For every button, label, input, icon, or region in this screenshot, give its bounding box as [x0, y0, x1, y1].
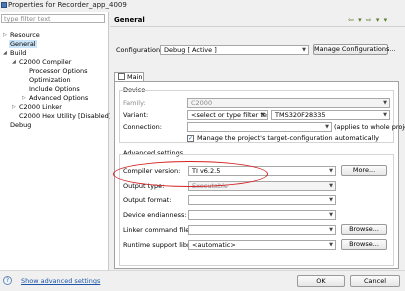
output-format-select[interactable]: ▼ [188, 195, 336, 205]
tree-item-resource[interactable]: Resource [10, 31, 40, 39]
tree-item-c2000-hex-utility[interactable]: C2000 Hex Utility [Disabled] [19, 112, 111, 120]
tree-item-advanced-options[interactable]: Advanced Options [29, 94, 88, 102]
tree-item-debug[interactable]: Debug [10, 121, 31, 129]
chevron-down-icon: ▼ [302, 47, 306, 53]
chevron-down-icon: ▼ [383, 100, 387, 106]
variant-filter-text: <select or type filter text> [191, 111, 267, 119]
manage-target-checkbox[interactable]: ✓ [187, 135, 194, 142]
family-select[interactable]: C2000 ▼ [187, 98, 390, 108]
tree-item-include-options[interactable]: Include Options [29, 85, 80, 93]
chevron-down-icon: ▼ [329, 227, 333, 233]
more-button[interactable]: More... [341, 165, 387, 176]
configuration-label: Configuration: [116, 46, 163, 54]
chevron-down-icon: ▼ [329, 242, 333, 248]
variant-value: TMS320F28335 [275, 111, 326, 119]
general-page: General ⇦ ▾ ⇨ ▾ ▾ Configuration: Debug [… [110, 12, 405, 270]
browse-runtime-button[interactable]: Browse... [341, 239, 387, 250]
highlight-ellipse [113, 161, 268, 187]
output-format-label: Output format: [123, 196, 172, 204]
expand-arrow-icon[interactable]: ▷ [22, 95, 26, 101]
manage-target-label: Manage the project's target-configuratio… [197, 134, 380, 142]
variant-select[interactable]: TMS320F28335 ▼ [271, 110, 390, 120]
configuration-value: Debug [ Active ] [164, 46, 217, 54]
chevron-down-icon: ▼ [329, 212, 333, 218]
window-title: Properties for Recorder_app_4009 [8, 1, 127, 9]
page-title: General [114, 16, 145, 24]
tree-item-c2000-compiler[interactable]: C2000 Compiler [19, 58, 71, 66]
device-endianness-select[interactable]: ▼ [188, 210, 336, 220]
expand-arrow-icon[interactable]: ▷ [3, 32, 7, 38]
configuration-select[interactable]: Debug [ Active ] ▼ [160, 45, 309, 55]
tree-item-general[interactable]: General [9, 40, 37, 48]
filter-input[interactable]: type filter text [1, 14, 105, 23]
collapse-arrow-icon[interactable]: ◢ [3, 50, 7, 56]
chevron-down-icon: ▼ [261, 112, 265, 118]
tree-item-c2000-linker[interactable]: C2000 Linker [19, 103, 62, 111]
tab-main-label: Main [127, 73, 143, 81]
show-advanced-settings-link[interactable]: Show advanced settings [21, 277, 100, 285]
variant-filter-input[interactable]: <select or type filter text> ▼ [187, 110, 268, 120]
family-label: Family: [123, 99, 146, 107]
connection-note: (applies to whole project) [334, 123, 405, 131]
ok-button[interactable]: OK [297, 275, 345, 287]
device-endianness-label: Device endianness: [123, 211, 187, 219]
dialog-footer: ? Show advanced settings OK Cancel [0, 270, 405, 291]
runtime-support-library-value: <automatic> [192, 241, 236, 249]
app-icon [1, 2, 7, 8]
connection-select[interactable]: ▼ [187, 122, 332, 132]
tree-item-build[interactable]: Build [10, 49, 26, 57]
connection-label: Connection: [123, 123, 162, 131]
title-bar: Properties for Recorder_app_4009 [0, 0, 405, 11]
navigation-arrows-icon[interactable]: ⇦ ▾ ⇨ ▾ ▾ [348, 16, 388, 24]
linker-command-file-select[interactable]: ▼ [188, 225, 336, 235]
browse-linker-button[interactable]: Browse... [341, 224, 387, 235]
chevron-down-icon: ▼ [325, 124, 329, 130]
linker-command-file-label: Linker command file: [123, 226, 192, 234]
chevron-down-icon: ▼ [329, 183, 333, 189]
collapse-arrow-icon[interactable]: ◢ [12, 59, 16, 65]
chevron-down-icon: ▼ [329, 168, 333, 174]
cancel-button[interactable]: Cancel [350, 275, 400, 287]
chevron-down-icon: ▼ [383, 112, 387, 118]
chevron-down-icon: ▼ [329, 197, 333, 203]
properties-tree-pane: type filter text ▷ Resource General ◢ Bu… [0, 12, 111, 270]
expand-arrow-icon[interactable]: ▷ [12, 104, 16, 110]
header-divider [110, 26, 405, 27]
family-value: C2000 [191, 99, 213, 107]
variant-label: Variant: [123, 111, 149, 119]
help-icon[interactable]: ? [3, 276, 12, 285]
runtime-support-library-select[interactable]: <automatic> ▼ [188, 240, 336, 250]
tab-main-icon [118, 73, 125, 80]
tree-item-optimization[interactable]: Optimization [29, 76, 71, 84]
tree-item-processor-options[interactable]: Processor Options [29, 67, 87, 75]
manage-configurations-button[interactable]: Manage Configurations... [313, 44, 396, 55]
